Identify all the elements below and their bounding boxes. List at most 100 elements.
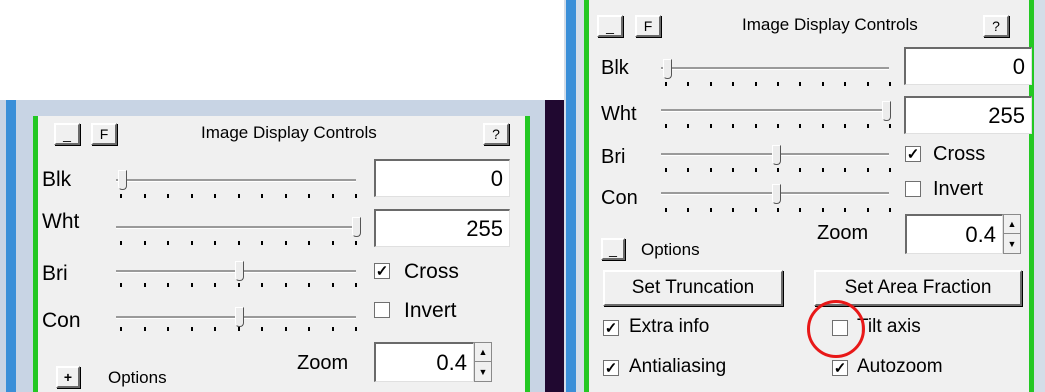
minimize-button[interactable]: _ <box>54 123 80 145</box>
wht-label: Wht <box>42 210 80 233</box>
slider-tick <box>777 168 779 172</box>
wht-slider-thumb[interactable] <box>352 217 361 237</box>
zoom-label: Zoom <box>297 352 349 374</box>
slider-tick <box>261 327 263 331</box>
slider-tick <box>687 82 690 86</box>
con-slider-thumb[interactable] <box>235 307 244 327</box>
slider-tick <box>308 283 310 287</box>
minimize-label: _ <box>606 18 614 34</box>
f-button[interactable]: F <box>635 15 661 37</box>
cross-checkbox[interactable]: ✓ <box>374 263 390 279</box>
slider-tick <box>120 194 122 198</box>
slider-tick <box>190 241 193 245</box>
invert-label: Invert <box>933 178 984 200</box>
wht-value-field[interactable]: 255 <box>904 96 1032 134</box>
zoom-field[interactable]: 0.4 <box>905 214 1003 254</box>
zoom-down-arrow-icon[interactable]: ▼ <box>1004 234 1020 253</box>
slider-tick <box>687 208 690 212</box>
wht-value-field[interactable]: 255 <box>374 209 510 247</box>
extra-info-label: Extra info <box>629 316 710 337</box>
slider-tick <box>261 194 263 198</box>
collapse-options-button[interactable]: _ <box>601 238 625 260</box>
expand-options-button[interactable]: + <box>56 366 80 388</box>
slider-tick <box>355 283 357 287</box>
zoom-up-arrow-icon[interactable]: ▲ <box>475 343 491 362</box>
invert-checkbox[interactable] <box>374 302 390 318</box>
slider-tick <box>190 327 193 331</box>
slider-tick <box>889 82 891 86</box>
con-label: Con <box>601 187 638 209</box>
con-slider-thumb[interactable] <box>772 184 781 204</box>
slider-tick <box>799 82 802 86</box>
set-truncation-button[interactable]: Set Truncation <box>603 270 783 306</box>
slider-tick <box>143 241 146 245</box>
slider-tick <box>214 194 216 198</box>
image-display-controls-panel-expanded: _ F Image Display Controls ? Blk 0 Wht 2… <box>584 0 1034 392</box>
cross-check-mark: ✓ <box>906 145 920 163</box>
minimize-label: _ <box>63 126 71 142</box>
zoom-up-arrow-icon[interactable]: ▲ <box>1004 215 1020 234</box>
autozoom-checkbox[interactable]: ✓ <box>832 360 848 376</box>
blk-slider-thumb[interactable] <box>118 170 127 190</box>
set-truncation-label: Set Truncation <box>631 277 755 298</box>
blk-value-field[interactable]: 0 <box>374 159 510 197</box>
wht-value: 255 <box>988 102 1025 128</box>
slider-tick <box>777 208 779 212</box>
image-display-controls-panel-collapsed: _ F Image Display Controls ? Blk 0 Wht 2… <box>33 116 530 392</box>
slider-tick <box>237 194 240 198</box>
slider-tick <box>732 208 735 212</box>
slider-tick <box>889 168 891 172</box>
blk-slider-track <box>116 179 356 182</box>
cross-checkbox[interactable]: ✓ <box>905 146 921 162</box>
bri-slider-thumb[interactable] <box>772 145 781 165</box>
blk-value: 0 <box>490 165 503 191</box>
slider-tick <box>709 168 712 172</box>
slider-tick <box>331 241 334 245</box>
antialiasing-checkbox[interactable]: ✓ <box>603 360 619 376</box>
wht-slider-thumb[interactable] <box>882 101 891 121</box>
slider-tick <box>866 208 869 212</box>
bri-slider-thumb[interactable] <box>235 261 244 281</box>
slider-tick <box>665 82 667 86</box>
slider-tick <box>821 82 824 86</box>
f-label: F <box>643 18 653 34</box>
slider-tick <box>821 168 824 172</box>
antialiasing-check-mark: ✓ <box>604 359 618 377</box>
blk-value-field[interactable]: 0 <box>904 47 1032 85</box>
background-strip <box>545 100 564 392</box>
slider-tick <box>308 327 310 331</box>
antialiasing-label: Antialiasing <box>629 356 727 377</box>
slider-tick <box>866 124 869 128</box>
slider-tick <box>687 168 690 172</box>
help-button[interactable]: ? <box>483 123 509 145</box>
slider-tick <box>844 82 847 86</box>
slider-tick <box>143 327 146 331</box>
slider-tick <box>889 208 891 212</box>
invert-label: Invert <box>404 299 457 322</box>
help-button[interactable]: ? <box>983 15 1009 37</box>
slider-tick <box>777 82 779 86</box>
blk-slider-thumb[interactable] <box>663 59 672 79</box>
slider-tick <box>754 208 757 212</box>
slider-tick <box>732 124 735 128</box>
minimize-button[interactable]: _ <box>597 15 623 37</box>
slider-tick <box>844 168 847 172</box>
zoom-spinner[interactable]: ▲ ▼ <box>1003 214 1021 254</box>
f-button[interactable]: F <box>91 123 117 145</box>
invert-checkbox[interactable] <box>905 181 921 197</box>
left-window-border <box>6 100 16 392</box>
slider-tick <box>120 283 122 287</box>
slider-tick <box>284 327 287 331</box>
slider-tick <box>844 208 847 212</box>
blk-label: Blk <box>42 168 72 191</box>
extra-info-checkbox[interactable]: ✓ <box>603 320 619 336</box>
set-area-fraction-label: Set Area Fraction <box>844 277 992 298</box>
zoom-field[interactable]: 0.4 <box>374 342 474 382</box>
slider-tick <box>821 208 824 212</box>
zoom-spinner[interactable]: ▲ ▼ <box>474 342 492 382</box>
zoom-down-arrow-icon[interactable]: ▼ <box>475 362 491 381</box>
tilt-axis-label: Tilt axis <box>857 316 921 337</box>
slider-tick <box>331 327 334 331</box>
slider-tick <box>167 327 169 331</box>
cross-label: Cross <box>404 260 459 283</box>
